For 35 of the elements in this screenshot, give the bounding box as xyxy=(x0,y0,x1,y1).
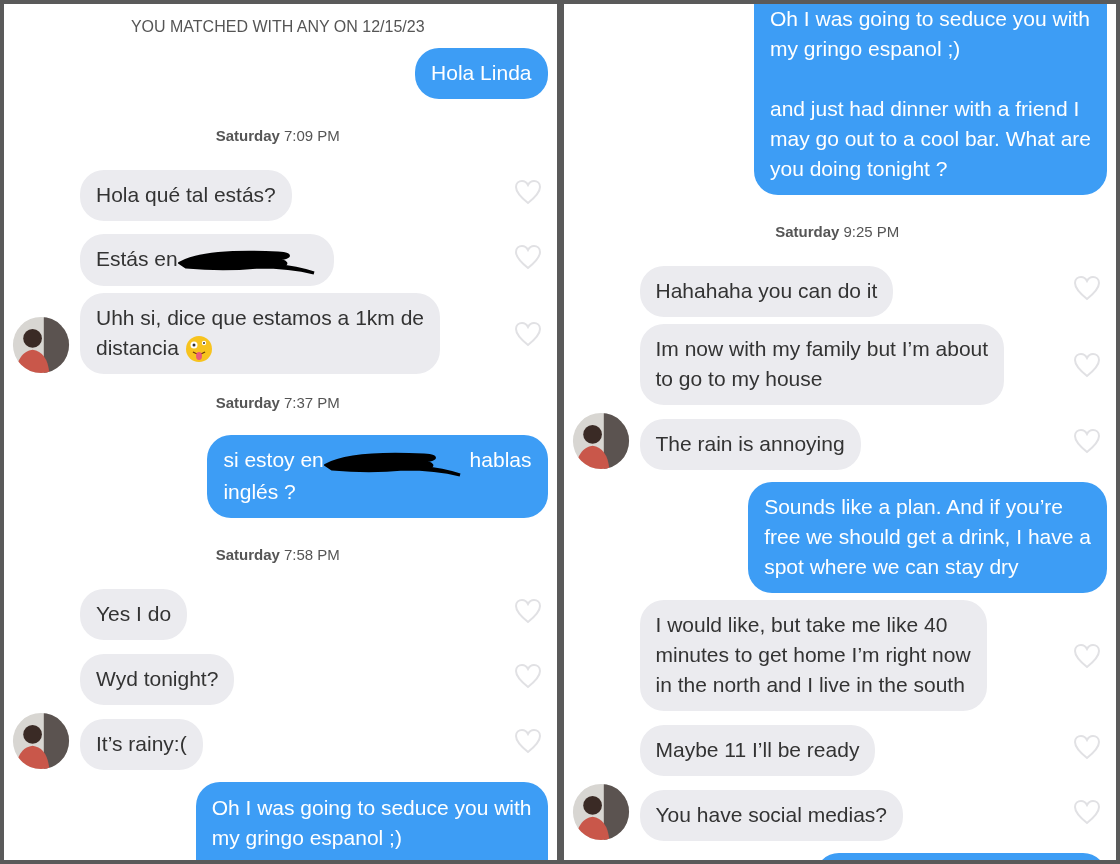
heart-icon[interactable] xyxy=(513,244,542,270)
sent-message: Oh I was going to seduce you with my gringo espanol ;) xyxy=(195,781,548,860)
received-message: The rain is annoying xyxy=(639,419,861,470)
heart-icon[interactable] xyxy=(1073,734,1101,760)
message-timestamp: Saturday 7:37 PM xyxy=(214,394,341,412)
heart-icon[interactable] xyxy=(513,179,542,205)
received-message: Estás en xyxy=(80,233,334,286)
received-message: You have social medias? xyxy=(639,790,904,841)
message-timestamp: Saturday 7:09 PM xyxy=(214,127,341,144)
match-notice: YOU MATCHED WITH ANY ON 12/15/23 xyxy=(129,18,426,36)
received-message: Hola qué tal estás? xyxy=(80,170,292,221)
silly-face-icon xyxy=(184,335,213,364)
received-message: Im now with my family but I’m about to go to my house xyxy=(639,324,1005,405)
heart-icon[interactable] xyxy=(1073,275,1101,301)
heart-icon[interactable] xyxy=(513,320,542,347)
heart-icon[interactable] xyxy=(513,662,542,689)
received-message: Uhh si, dice que estamos a 1km de distancia xyxy=(80,293,440,375)
sent-message: Hola Linda xyxy=(415,48,548,99)
heart-icon[interactable] xyxy=(1073,642,1101,669)
message-timestamp: Saturday 9:25 PM xyxy=(774,223,901,240)
heart-icon[interactable] xyxy=(513,727,542,754)
message-timestamp: Saturday 7:58 PM xyxy=(214,545,341,563)
heart-icon[interactable] xyxy=(1073,428,1101,454)
received-message: I would like, but take me like 40 minutes to get home I’m right now in the north and I live in the south xyxy=(639,600,987,711)
received-message: Wyd tonight? xyxy=(80,653,235,705)
heart-icon[interactable] xyxy=(513,597,542,624)
sent-message: Sounds like a plan. And if you’re free we should get a drink, I have a spot where we can stay dry xyxy=(748,482,1107,593)
sent-message: Oh I was going to seduce you with my gringo espanol ;) and just had dinner with a friend I may go out to a cool bar. What are you doing tonight ? xyxy=(754,4,1107,195)
sent-message: si estoy en hablas inglés ? xyxy=(207,435,548,518)
received-message: It’s rainy:( xyxy=(80,718,203,770)
received-message: Yes I do xyxy=(80,588,188,640)
received-message: Maybe 11 I’ll be ready xyxy=(639,725,876,776)
received-message: Hahahaha you can do it xyxy=(639,266,894,317)
heart-icon[interactable] xyxy=(1073,799,1101,825)
heart-icon[interactable] xyxy=(1073,351,1101,378)
